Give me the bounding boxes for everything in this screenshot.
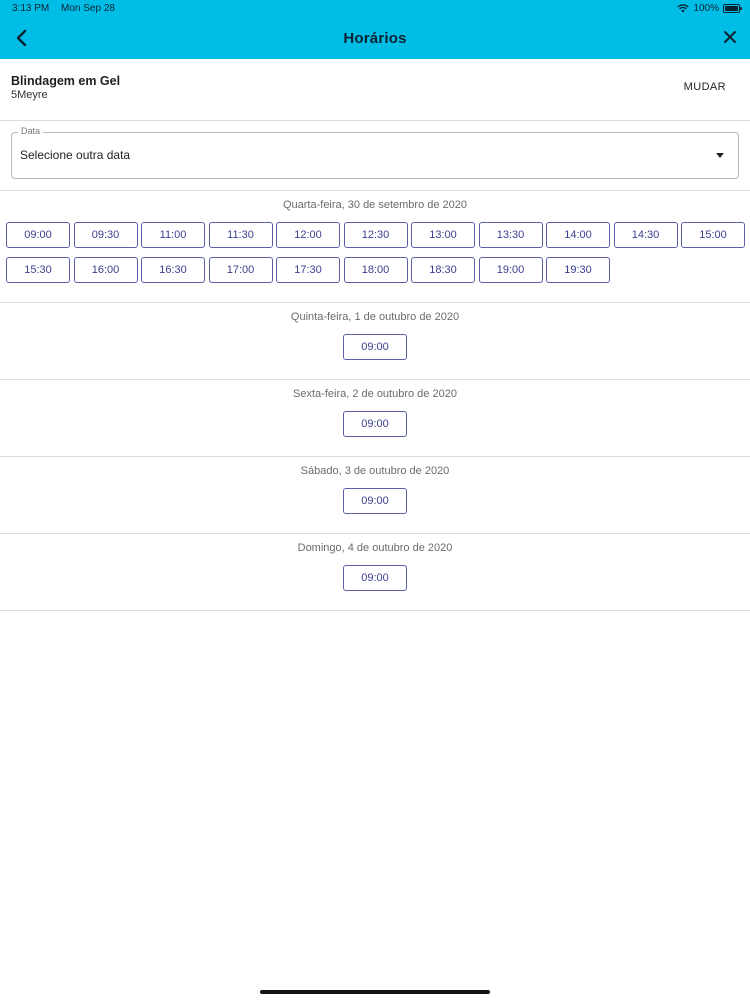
time-slot-button[interactable]: 09:00 — [6, 222, 70, 248]
time-slot-button[interactable]: 09:00 — [343, 411, 407, 437]
time-slot-button[interactable]: 09:00 — [343, 488, 407, 514]
date-field-label: Data — [18, 126, 44, 136]
time-slot-button[interactable]: 19:30 — [546, 257, 610, 283]
date-select[interactable]: Data Selecione outra data — [11, 126, 739, 179]
time-slot-button[interactable]: 09:00 — [343, 334, 407, 360]
day-heading: Quarta-feira, 30 de setembro de 2020 — [282, 199, 468, 211]
status-time: 3:13 PM — [12, 3, 50, 14]
page-title: Horários — [343, 30, 407, 47]
time-slot-button[interactable]: 13:30 — [478, 222, 543, 248]
time-slot-button[interactable]: 11:30 — [208, 222, 273, 248]
time-slot-button[interactable]: 14:00 — [546, 222, 610, 248]
date-select-value: Selecione outra data — [20, 148, 131, 162]
time-slot-button[interactable]: 13:00 — [411, 222, 475, 248]
service-provider: 5Meyre — [11, 89, 48, 101]
time-slot-button[interactable]: 17:30 — [276, 257, 340, 283]
service-info: Blindagem em Gel 5Meyre MUDAR — [0, 59, 750, 121]
time-slot-button[interactable]: 18:30 — [411, 257, 475, 283]
day-section: Quarta-feira, 30 de setembro de 2020 09:0… — [0, 191, 750, 303]
time-slot-button[interactable]: 16:00 — [73, 257, 138, 283]
dropdown-arrow-icon — [716, 153, 724, 158]
change-service-button[interactable]: MUDAR — [684, 81, 726, 93]
time-slot-button[interactable]: 17:00 — [208, 257, 273, 283]
service-name: Blindagem em Gel — [11, 74, 121, 88]
time-slot-button[interactable]: 14:30 — [613, 222, 678, 248]
date-picker-section: Data Selecione outra data — [0, 121, 750, 191]
battery-icon — [723, 4, 742, 13]
day-section: Quinta-feira, 1 de outubro de 2020 09:00 — [0, 303, 750, 380]
time-slot-button[interactable]: 09:30 — [73, 222, 138, 248]
battery-percentage: 100% — [693, 3, 719, 14]
status-bar-left: 3:13 PM Mon Sep 28 — [12, 3, 124, 14]
home-indicator — [260, 990, 490, 994]
day-section: Sábado, 3 de outubro de 2020 09:00 — [0, 457, 750, 534]
day-heading: Quinta-feira, 1 de outubro de 2020 — [290, 311, 460, 323]
time-slot-button[interactable]: 12:30 — [343, 222, 408, 248]
day-heading: Sábado, 3 de outubro de 2020 — [300, 465, 450, 477]
wifi-icon — [677, 4, 690, 13]
day-heading: Domingo, 4 de outubro de 2020 — [297, 542, 453, 554]
time-slot-button[interactable]: 16:30 — [141, 257, 205, 283]
day-section: Domingo, 4 de outubro de 2020 09:00 — [0, 534, 750, 611]
time-slot-button[interactable]: 18:00 — [343, 257, 408, 283]
time-slot-button[interactable]: 11:00 — [141, 222, 205, 248]
time-slot-button[interactable]: 15:00 — [681, 222, 745, 248]
close-icon[interactable] — [722, 29, 738, 45]
status-date: Mon Sep 28 — [61, 3, 115, 14]
time-slot-button[interactable]: 12:00 — [276, 222, 340, 248]
time-slot-button[interactable]: 19:00 — [478, 257, 543, 283]
app-header: 3:13 PM Mon Sep 28 100% Horários — [0, 0, 750, 59]
day-heading: Sexta-feira, 2 de outubro de 2020 — [293, 388, 457, 400]
status-bar-right: 100% — [677, 3, 742, 14]
day-section: Sexta-feira, 2 de outubro de 2020 09:00 — [0, 380, 750, 457]
time-slot-button[interactable]: 15:30 — [6, 257, 70, 283]
time-slot-button[interactable]: 09:00 — [343, 565, 407, 591]
